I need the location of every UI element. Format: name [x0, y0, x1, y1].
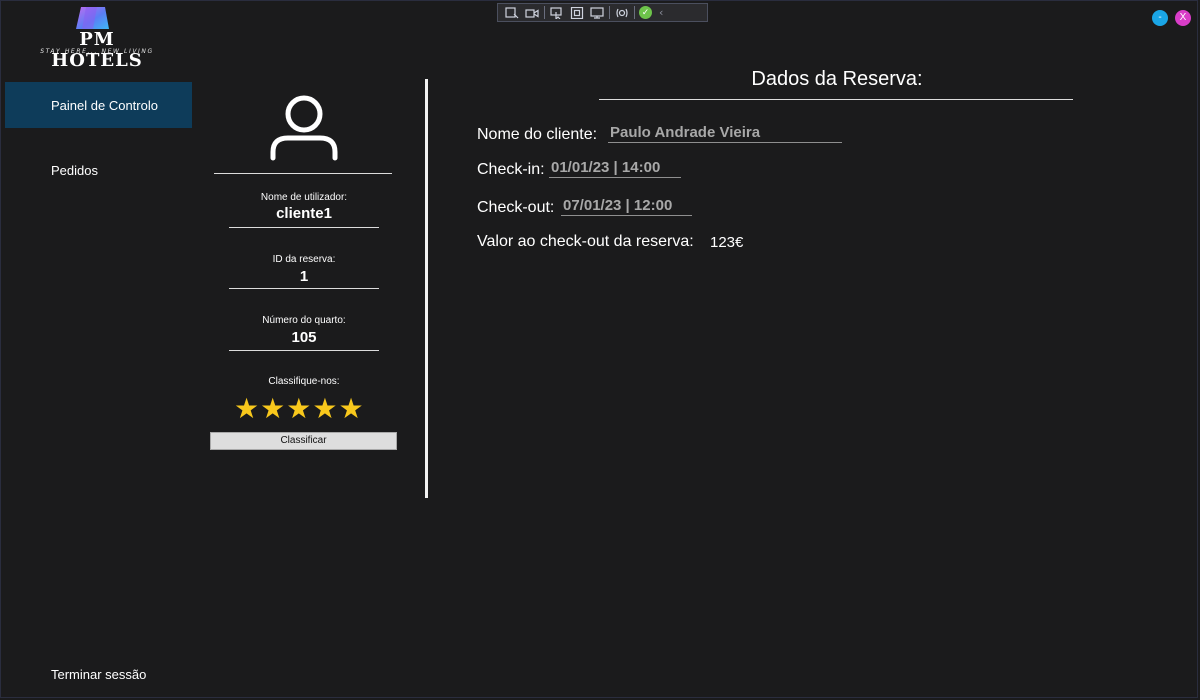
nav-item-label: Painel de Controlo — [51, 97, 158, 113]
client-name-value: Paulo Andrade Vieira — [608, 124, 842, 143]
toolbar-separator — [634, 6, 635, 19]
username-value: cliente1 — [276, 205, 332, 222]
logo-icon — [76, 7, 109, 29]
checkin-value: 01/01/23 | 14:00 — [549, 159, 681, 178]
nav-item-label: Pedidos — [51, 162, 98, 178]
hot-reload-icon[interactable] — [614, 6, 630, 19]
price-value: 123€ — [710, 234, 744, 251]
client-name-label: Nome do cliente: — [477, 126, 598, 143]
check-icon[interactable]: ✓ — [639, 6, 652, 19]
debug-toolbar: ✓ ‹ — [497, 3, 708, 22]
reservation-id-label: ID da reserva: — [272, 254, 336, 265]
toolbar-separator — [609, 6, 610, 19]
camera-icon[interactable] — [524, 6, 540, 19]
avatar-divider — [214, 173, 392, 174]
checkout-label: Check-out: — [477, 199, 555, 216]
track-focus-icon[interactable] — [589, 6, 605, 19]
rating-label: Classifique-nos: — [268, 376, 340, 387]
logout-link[interactable]: Terminar sessão — [51, 667, 146, 682]
close-button[interactable]: X — [1175, 10, 1191, 26]
star-icon[interactable]: ★ — [234, 395, 259, 423]
toolbar-separator — [544, 6, 545, 19]
nav-item-painel-de-controlo[interactable]: Painel de Controlo — [5, 82, 192, 128]
checkin-label: Check-in: — [477, 161, 545, 178]
star-rating[interactable]: ★ ★ ★ ★ ★ — [234, 395, 364, 423]
reservation-title-underline — [599, 99, 1073, 100]
username-label: Nome de utilizador: — [260, 192, 348, 203]
reservation-id-value: 1 — [299, 268, 309, 285]
display-adorners-icon[interactable] — [569, 6, 585, 19]
reservation-title: Dados da Reserva: — [751, 68, 923, 90]
minimize-button[interactable]: - — [1152, 10, 1168, 26]
reservation-id-underline — [229, 288, 379, 289]
star-icon[interactable]: ★ — [286, 395, 311, 423]
star-icon[interactable]: ★ — [338, 395, 363, 423]
star-icon[interactable]: ★ — [312, 395, 337, 423]
room-label: Número do quarto: — [262, 315, 346, 326]
star-icon[interactable]: ★ — [260, 395, 285, 423]
rate-button[interactable]: Classificar — [210, 432, 397, 450]
logo-tagline: STAY HERE... NEW LIVING — [40, 48, 154, 55]
room-value: 105 — [291, 329, 317, 346]
nav-item-pedidos[interactable]: Pedidos — [5, 147, 192, 193]
checkout-value: 07/01/23 | 12:00 — [561, 197, 692, 216]
chevron-left-icon[interactable]: ‹ — [659, 6, 663, 19]
price-label: Valor ao check-out da reserva: — [477, 233, 694, 250]
column-divider — [425, 79, 428, 498]
live-tree-icon[interactable] — [504, 6, 520, 19]
username-underline — [229, 227, 379, 228]
select-element-icon[interactable] — [549, 6, 565, 19]
room-underline — [229, 350, 379, 351]
user-icon — [270, 95, 338, 161]
